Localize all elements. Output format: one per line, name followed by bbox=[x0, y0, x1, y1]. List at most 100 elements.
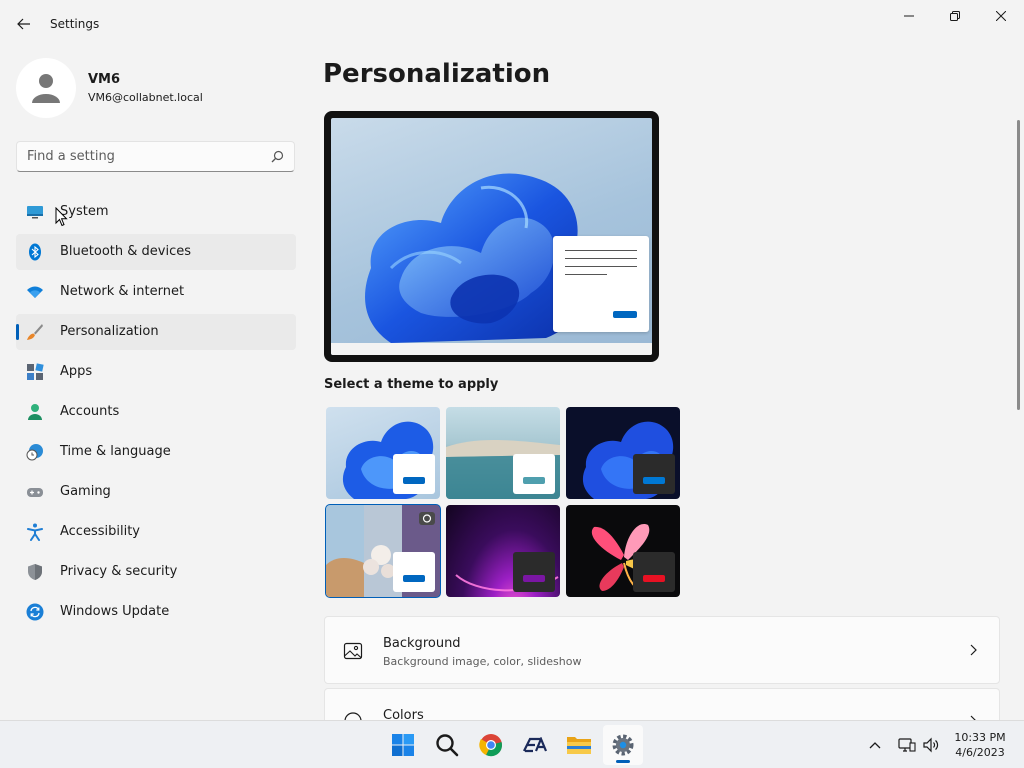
sidebar-item-windows-update[interactable]: Windows Update bbox=[16, 594, 296, 630]
clock-date: 4/6/2023 bbox=[955, 746, 1005, 759]
theme-windows-dark[interactable] bbox=[566, 407, 680, 499]
network-status-button[interactable] bbox=[896, 721, 918, 768]
taskbar-settings-button[interactable] bbox=[603, 725, 643, 765]
preview-taskbar bbox=[331, 343, 652, 355]
taskbar: 10:33 PM 4/6/2023 bbox=[0, 720, 1024, 768]
preview-text-line bbox=[565, 274, 607, 275]
theme-sunrise[interactable] bbox=[446, 505, 560, 597]
sidebar-item-label: Accounts bbox=[60, 404, 120, 419]
theme-glow[interactable] bbox=[446, 407, 560, 499]
sidebar-item-accounts[interactable]: Accounts bbox=[16, 394, 296, 430]
sidebar-item-privacy-security[interactable]: Privacy & security bbox=[16, 554, 296, 590]
theme-swatch bbox=[633, 454, 675, 494]
taskbar-clock[interactable]: 10:33 PM 4/6/2023 bbox=[948, 730, 1012, 760]
ea-icon bbox=[523, 737, 548, 753]
sidebar-item-gaming[interactable]: Gaming bbox=[16, 474, 296, 510]
sidebar-item-bluetooth[interactable]: Bluetooth & devices bbox=[16, 234, 296, 270]
theme-swatch bbox=[393, 454, 435, 494]
desktop-preview bbox=[331, 118, 652, 355]
theme-accent-bar bbox=[523, 477, 545, 484]
preview-window bbox=[553, 236, 649, 332]
restore-button[interactable] bbox=[932, 0, 978, 32]
restore-icon bbox=[950, 11, 960, 21]
sidebar-item-label: Accessibility bbox=[60, 524, 140, 539]
search-box[interactable] bbox=[16, 141, 295, 172]
theme-windows-light[interactable] bbox=[326, 407, 440, 499]
active-app-indicator bbox=[616, 760, 630, 763]
sidebar-item-personalization[interactable]: Personalization bbox=[16, 314, 296, 350]
avatar bbox=[16, 58, 76, 118]
wifi-icon bbox=[27, 286, 43, 298]
theme-swatch bbox=[513, 454, 555, 494]
monitor-icon bbox=[27, 206, 43, 219]
preview-text-line bbox=[565, 258, 637, 259]
close-icon bbox=[996, 11, 1006, 21]
network-wired-icon bbox=[898, 738, 916, 752]
back-button[interactable] bbox=[8, 8, 40, 40]
sidebar-item-label: Windows Update bbox=[60, 604, 170, 619]
themes-label: Select a theme to apply bbox=[324, 377, 499, 392]
person-avatar-icon bbox=[32, 74, 60, 103]
taskbar-search-button[interactable] bbox=[427, 725, 467, 765]
update-icon bbox=[26, 603, 44, 621]
gamepad-icon bbox=[27, 488, 43, 497]
volume-button[interactable] bbox=[920, 721, 942, 768]
sidebar-item-label: Apps bbox=[60, 364, 93, 379]
theme-accent-bar bbox=[523, 575, 545, 582]
sidebar-item-apps[interactable]: Apps bbox=[16, 354, 296, 390]
tray-overflow-button[interactable] bbox=[864, 721, 886, 768]
chrome-icon bbox=[479, 734, 502, 757]
sidebar-item-accessibility[interactable]: Accessibility bbox=[16, 514, 296, 550]
theme-accent-bar bbox=[403, 575, 425, 582]
theme-swatch bbox=[393, 552, 435, 592]
sidebar-item-label: Time & language bbox=[60, 444, 171, 459]
theme-flow[interactable] bbox=[566, 505, 680, 597]
windows-start-icon bbox=[392, 734, 414, 756]
search-input[interactable] bbox=[27, 142, 267, 171]
user-email: VM6@collabnet.local bbox=[88, 91, 203, 104]
card-subtitle: Background image, color, slideshow bbox=[383, 655, 582, 668]
taskbar-file-explorer-button[interactable] bbox=[559, 725, 599, 765]
theme-captured-motion[interactable] bbox=[325, 504, 441, 598]
accessibility-icon bbox=[27, 523, 43, 541]
globe-clock-icon bbox=[26, 444, 43, 461]
background-setting-card[interactable]: Background Background image, color, slid… bbox=[324, 616, 1000, 684]
preview-accent-button bbox=[613, 311, 637, 318]
speaker-icon bbox=[923, 737, 939, 753]
taskbar-ea-button[interactable] bbox=[515, 725, 555, 765]
search-icon bbox=[436, 734, 459, 757]
chevron-right-icon bbox=[970, 644, 977, 656]
taskbar-start-button[interactable] bbox=[383, 725, 423, 765]
preview-text-line bbox=[565, 266, 637, 267]
theme-swatch bbox=[633, 552, 675, 592]
sidebar-item-label: Gaming bbox=[60, 484, 111, 499]
page-title: Personalization bbox=[323, 59, 551, 89]
chevron-up-icon bbox=[869, 742, 881, 749]
sidebar-item-time-language[interactable]: Time & language bbox=[16, 434, 296, 470]
theme-swatch bbox=[513, 552, 555, 592]
shield-icon bbox=[28, 564, 42, 580]
minimize-button[interactable] bbox=[886, 0, 932, 32]
taskbar-chrome-button[interactable] bbox=[471, 725, 511, 765]
sidebar-item-label: Bluetooth & devices bbox=[60, 244, 191, 259]
image-icon bbox=[343, 642, 363, 660]
theme-accent-bar bbox=[403, 477, 425, 484]
bluetooth-icon bbox=[29, 243, 41, 261]
settings-icon bbox=[612, 734, 634, 756]
sidebar-item-label: Privacy & security bbox=[60, 564, 178, 579]
close-button[interactable] bbox=[978, 0, 1024, 32]
search-icon bbox=[271, 150, 284, 163]
title-bar: Settings bbox=[0, 0, 1024, 48]
sidebar-nav: System Bluetooth & devices Network & int… bbox=[16, 194, 296, 634]
theme-grid bbox=[324, 405, 680, 598]
back-arrow-icon bbox=[17, 18, 30, 30]
sidebar-item-network[interactable]: Network & internet bbox=[16, 274, 296, 310]
theme-accent-bar bbox=[643, 575, 665, 582]
minimize-icon bbox=[904, 15, 914, 17]
apps-icon bbox=[27, 363, 44, 380]
user-profile[interactable]: VM6 VM6@collabnet.local bbox=[16, 58, 296, 118]
scrollbar[interactable] bbox=[1017, 120, 1020, 410]
preview-text-line bbox=[565, 250, 637, 251]
mouse-cursor-icon bbox=[55, 207, 68, 227]
file-explorer-icon bbox=[567, 737, 591, 754]
